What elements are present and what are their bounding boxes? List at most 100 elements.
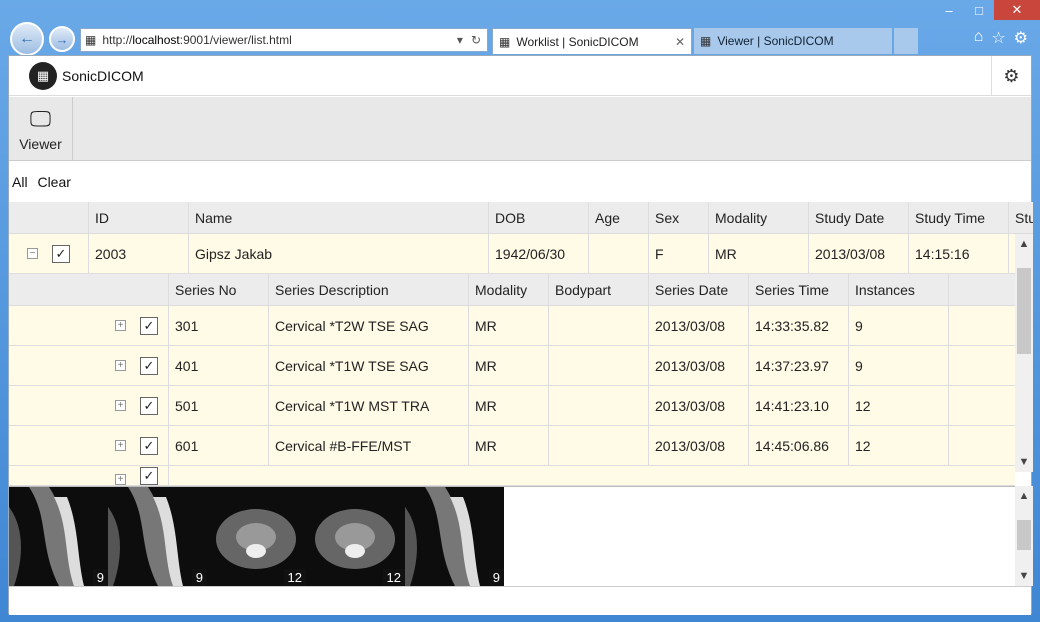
thumbnail-scrollbar[interactable]: ▲ ▼ (1015, 486, 1033, 586)
study-age (589, 234, 649, 273)
arrow-left-icon: ← (19, 30, 35, 47)
series-row[interactable]: + ✓ 301 Cervical *T2W TSE SAG MR 2013/03/08 14… (9, 306, 1015, 346)
series-modality: MR (469, 386, 549, 425)
forward-button[interactable]: → (49, 26, 75, 52)
star-icon[interactable]: ☆ (991, 28, 1005, 48)
viewer-label: Viewer (19, 136, 62, 152)
series-thumbnail[interactable]: 12 (306, 487, 405, 586)
header-id[interactable]: ID (89, 202, 189, 233)
filter-all-link[interactable]: All (12, 174, 28, 190)
address-bar[interactable]: ▦ http://localhost:9001/viewer/list.html… (80, 28, 488, 52)
scroll-down-icon[interactable]: ▼ (1015, 452, 1033, 472)
header-series-modality[interactable]: Modality (469, 274, 549, 305)
study-date: 2013/03/08 (809, 234, 909, 273)
series-instances: 12 (849, 426, 949, 465)
series-checkbox[interactable]: ✓ (140, 356, 158, 375)
scroll-up-icon[interactable]: ▲ (1015, 234, 1033, 254)
viewer-button[interactable]: 🖵 Viewer (9, 97, 73, 161)
study-checkbox[interactable]: ✓ (52, 244, 70, 263)
header-empty (949, 274, 1015, 305)
instance-count-badge: 9 (488, 569, 504, 586)
close-icon[interactable]: ✕ (994, 0, 1040, 20)
home-icon[interactable]: ⌂ (974, 28, 984, 48)
series-checkbox[interactable]: ✓ (140, 436, 158, 455)
dropdown-icon[interactable]: ▾ (457, 33, 463, 47)
series-modality: MR (469, 306, 549, 345)
series-instances: 12 (849, 386, 949, 425)
series-bodypart (549, 346, 649, 385)
series-modality: MR (469, 426, 549, 465)
expand-icon[interactable]: + (115, 474, 126, 485)
refresh-icon[interactable]: ↻ (471, 33, 481, 47)
header-age[interactable]: Age (589, 202, 649, 233)
series-checkbox[interactable]: ✓ (140, 396, 158, 415)
series-thumbnail[interactable]: 9 (9, 487, 108, 586)
gear-icon[interactable]: ⚙ (1014, 28, 1028, 48)
header-series-no[interactable]: Series No (169, 274, 269, 305)
tab-viewer[interactable]: ▦ Viewer | SonicDICOM (694, 28, 892, 54)
scroll-thumb[interactable] (1017, 268, 1031, 354)
study-row[interactable]: − ✓ 2003 Gipsz Jakab 1942/06/30 F MR 201… (9, 234, 1015, 274)
series-bodypart (549, 306, 649, 345)
scroll-down-icon[interactable]: ▼ (1015, 566, 1033, 586)
series-row-partial[interactable]: + ✓ (9, 466, 1015, 486)
minimize-icon[interactable]: – (934, 0, 964, 20)
scroll-thumb[interactable] (1017, 520, 1031, 550)
expand-icon[interactable]: + (115, 400, 126, 411)
header-study-more[interactable]: Stu (1009, 202, 1033, 233)
series-instances: 9 (849, 306, 949, 345)
collapse-icon[interactable]: − (27, 248, 38, 259)
close-tab-icon[interactable]: ✕ (675, 35, 691, 49)
series-empty (949, 426, 1015, 465)
header-series-time[interactable]: Series Time (749, 274, 849, 305)
series-description: Cervical *T2W TSE SAG (269, 306, 469, 345)
series-row[interactable]: + ✓ 501 Cervical *T1W MST TRA MR 2013/03/08 14… (9, 386, 1015, 426)
series-no: 601 (169, 426, 269, 465)
series-thumbnail[interactable]: 9 (405, 487, 504, 586)
series-time: 14:41:23.10 (749, 386, 849, 425)
browser-tools: ⌂ ☆ ⚙ (974, 28, 1028, 48)
expand-icon[interactable]: + (115, 360, 126, 371)
header-series-description[interactable]: Series Description (269, 274, 469, 305)
header-instances[interactable]: Instances (849, 274, 949, 305)
settings-button[interactable]: ⚙ (991, 56, 1031, 96)
study-scrollbar[interactable]: ▲ ▼ (1015, 234, 1033, 472)
series-row[interactable]: + ✓ 401 Cervical *T1W TSE SAG MR 2013/03/08 14… (9, 346, 1015, 386)
series-empty (949, 346, 1015, 385)
header-name[interactable]: Name (189, 202, 489, 233)
study-dob: 1942/06/30 (489, 234, 589, 273)
header-bodypart[interactable]: Bodypart (549, 274, 649, 305)
arrow-right-icon: → (55, 31, 69, 47)
series-thumbnail[interactable]: 9 (108, 487, 207, 586)
study-time: 14:15:16 (909, 234, 1009, 273)
expand-icon[interactable]: + (115, 440, 126, 451)
header-series-date[interactable]: Series Date (649, 274, 749, 305)
series-no: 401 (169, 346, 269, 385)
header-dob[interactable]: DOB (489, 202, 589, 233)
tab-worklist[interactable]: ▦ Worklist | SonicDICOM ✕ (492, 28, 692, 54)
new-tab-button[interactable] (894, 28, 918, 54)
maximize-icon[interactable]: □ (964, 0, 994, 20)
footer-bar (9, 586, 1031, 615)
series-time: 14:33:35.82 (749, 306, 849, 345)
gear-icon: ⚙ (1003, 65, 1020, 86)
header-study-date[interactable]: Study Date (809, 202, 909, 233)
expand-icon[interactable]: + (115, 320, 126, 331)
series-row[interactable]: + ✓ 601 Cervical #B-FFE/MST MR 2013/03/08 14:4… (9, 426, 1015, 466)
app-header: ▦ SonicDICOM ⚙ (9, 56, 1031, 96)
header-modality[interactable]: Modality (709, 202, 809, 233)
series-instances: 9 (849, 346, 949, 385)
series-checkbox[interactable]: ✓ (140, 316, 158, 335)
header-sex[interactable]: Sex (649, 202, 709, 233)
tab-label: Viewer | SonicDICOM (717, 34, 834, 48)
film-icon: ▦ (499, 34, 511, 49)
header-study-time[interactable]: Study Time (909, 202, 1009, 233)
series-thumbnail[interactable]: 12 (207, 487, 306, 586)
back-button[interactable]: ← (10, 22, 44, 56)
scroll-up-icon[interactable]: ▲ (1015, 486, 1033, 506)
study-name: Gipsz Jakab (189, 234, 489, 273)
series-select-cell: + ✓ (9, 346, 169, 385)
filter-clear-link[interactable]: Clear (37, 174, 70, 190)
series-description: Cervical *T1W TSE SAG (269, 346, 469, 385)
series-checkbox[interactable]: ✓ (140, 467, 158, 485)
